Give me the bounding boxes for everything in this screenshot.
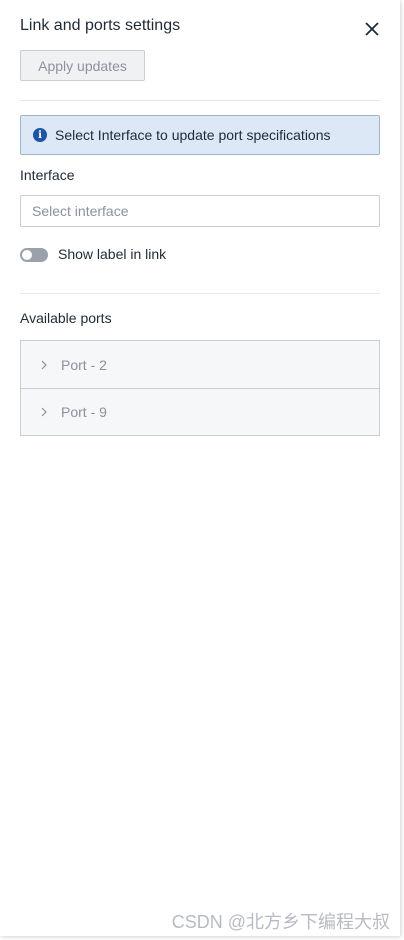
available-ports-heading: Available ports <box>20 310 112 326</box>
port-label: Port - 2 <box>61 356 107 373</box>
port-label: Port - 9 <box>61 404 107 420</box>
apply-updates-button[interactable]: Apply updates <box>20 50 145 81</box>
info-text: Select Interface to update port specific… <box>55 127 331 143</box>
chevron-right-icon <box>41 407 47 417</box>
show-label-toggle[interactable] <box>20 248 48 262</box>
divider <box>20 293 380 294</box>
panel-title: Link and ports settings <box>20 17 181 34</box>
info-banner: i Select Interface to update port specif… <box>20 115 380 155</box>
close-icon <box>365 22 379 36</box>
chevron-right-icon <box>41 360 47 369</box>
info-icon: i <box>33 128 47 142</box>
toggle-knob <box>22 250 32 260</box>
port-item-2[interactable]: Port - 2 <box>21 341 379 388</box>
watermark: CSDN @北方乡下编程大叔 <box>171 912 390 932</box>
ports-list: Port - 2 Port - 9 <box>20 340 380 436</box>
close-button[interactable] <box>362 19 382 39</box>
settings-panel: Link and ports settings Apply updates i … <box>0 0 400 936</box>
interface-select-input[interactable] <box>20 195 380 227</box>
divider <box>20 100 380 101</box>
interface-label: Interface <box>20 167 75 183</box>
port-item-9[interactable]: Port - 9 <box>21 388 379 435</box>
show-label-toggle-label: Show label in link <box>58 246 167 262</box>
